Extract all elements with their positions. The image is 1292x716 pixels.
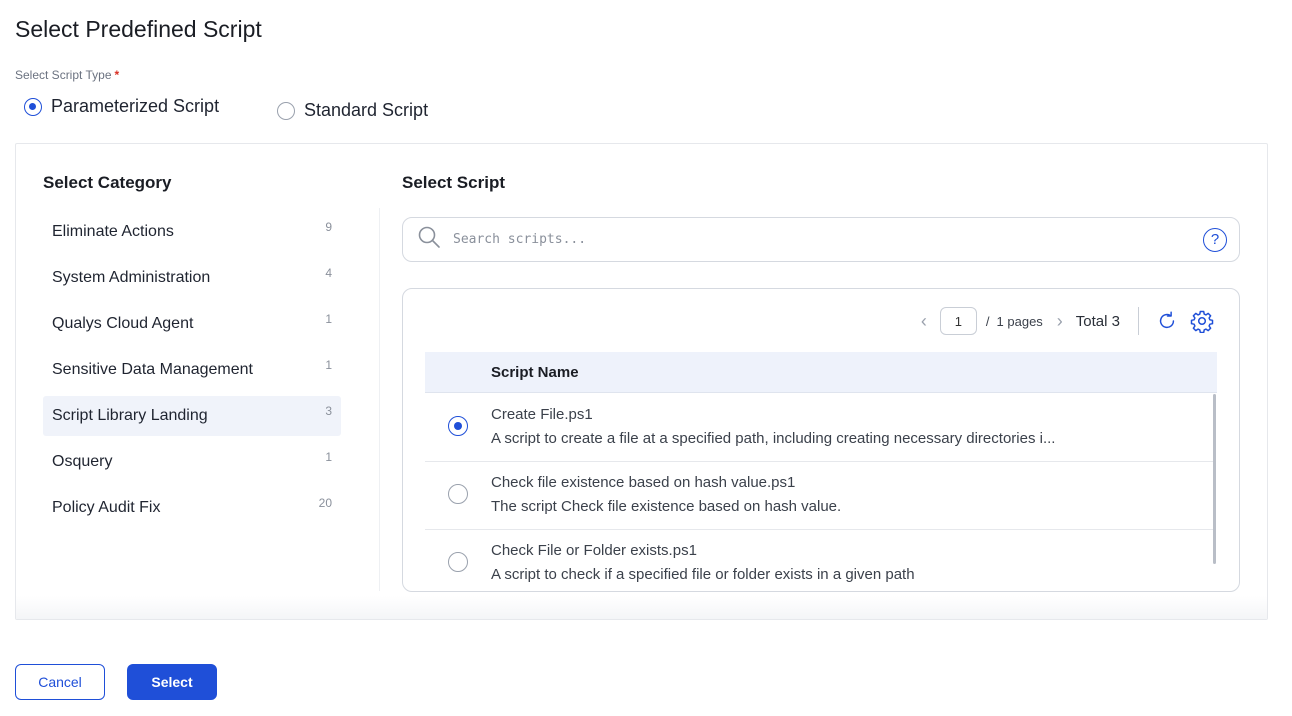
category-item-count: 1	[325, 312, 332, 326]
row-radio[interactable]	[448, 484, 468, 504]
script-type-label: Select Script Type *	[15, 68, 119, 82]
refresh-icon[interactable]	[1156, 310, 1178, 332]
category-item-script-library-landing[interactable]: Script Library Landing 3	[43, 396, 341, 436]
category-item-count: 1	[325, 450, 332, 464]
cancel-button[interactable]: Cancel	[15, 664, 105, 700]
category-item-count: 20	[318, 496, 332, 510]
row-radio[interactable]	[448, 416, 468, 436]
chevron-right-icon[interactable]: ›	[1053, 311, 1067, 332]
parameterized-script-radio[interactable]	[24, 97, 42, 116]
page-count: 1 pages	[996, 313, 1043, 329]
table-row[interactable]: Check file existence based on hash value…	[425, 462, 1213, 530]
script-name: Check file existence based on hash value…	[491, 474, 796, 491]
parameterized-script-label: Parameterized Script	[51, 96, 220, 116]
select-predefined-script-dialog: Select Predefined Script Select Script T…	[0, 0, 1292, 716]
page-number-input[interactable]	[939, 307, 977, 335]
parameterized-script-option[interactable]: Parameterized Script	[24, 96, 219, 117]
table-scrollbar[interactable]	[1213, 394, 1216, 564]
row-radio[interactable]	[448, 552, 468, 572]
chevron-left-icon[interactable]: ‹	[917, 311, 931, 332]
category-item-sensitive-data-management[interactable]: Sensitive Data Management 1	[43, 350, 341, 390]
category-item-count: 4	[325, 266, 332, 280]
category-item-label: Policy Audit Fix	[52, 499, 161, 516]
category-item-label: Sensitive Data Management	[52, 361, 253, 378]
category-item-system-administration[interactable]: System Administration 4	[43, 258, 341, 298]
page-title: Select Predefined Script	[15, 16, 262, 42]
category-item-label: Eliminate Actions	[52, 223, 174, 240]
script-name-column-header[interactable]: Script Name	[491, 364, 579, 381]
pagination-bar: ‹ / 1 pages › Total 3	[917, 307, 1214, 335]
script-search-box[interactable]: ?	[402, 217, 1240, 262]
script-section-title: Select Script	[402, 173, 505, 192]
required-marker: *	[114, 68, 120, 82]
panel-divider	[379, 208, 380, 591]
category-item-count: 1	[325, 358, 332, 372]
select-button[interactable]: Select	[127, 664, 217, 700]
script-description: A script to create a file at a specified…	[491, 430, 1056, 447]
standard-script-radio[interactable]	[277, 101, 295, 120]
search-icon	[417, 225, 441, 254]
standard-script-option[interactable]: Standard Script	[277, 100, 428, 121]
category-item-count: 9	[325, 220, 332, 234]
page-separator: /	[985, 313, 990, 329]
category-item-qualys-cloud-agent[interactable]: Qualys Cloud Agent 1	[43, 304, 341, 344]
category-section-title: Select Category	[43, 173, 172, 192]
category-item-policy-audit-fix[interactable]: Policy Audit Fix 20	[43, 488, 341, 528]
script-name: Check File or Folder exists.ps1	[491, 542, 697, 559]
category-item-eliminate-actions[interactable]: Eliminate Actions 9	[43, 212, 341, 252]
total-count: Total 3	[1075, 312, 1120, 330]
table-row[interactable]: Create File.ps1 A script to create a fil…	[425, 394, 1213, 462]
category-item-label: Osquery	[52, 453, 113, 470]
script-type-label-text: Select Script Type	[15, 68, 112, 82]
script-name: Create File.ps1	[491, 406, 593, 423]
panel-bottom-fade	[16, 596, 1267, 619]
script-description: A script to check if a specified file or…	[491, 566, 915, 583]
pager-divider	[1138, 307, 1139, 335]
script-description: The script Check file existence based on…	[491, 498, 842, 515]
category-item-osquery[interactable]: Osquery 1	[43, 442, 341, 482]
standard-script-label: Standard Script	[304, 100, 429, 120]
category-item-count: 3	[325, 404, 332, 418]
category-item-label: Qualys Cloud Agent	[52, 315, 194, 332]
table-header: Script Name	[425, 352, 1217, 393]
script-grid: ‹ / 1 pages › Total 3 Script Name	[402, 288, 1240, 592]
category-item-label: System Administration	[52, 269, 211, 286]
search-input[interactable]	[453, 232, 1203, 247]
help-icon[interactable]: ?	[1203, 227, 1227, 252]
table-row[interactable]: Check File or Folder exists.ps1 A script…	[425, 530, 1213, 591]
category-item-label: Script Library Landing	[52, 407, 208, 424]
gear-icon[interactable]	[1190, 309, 1214, 333]
